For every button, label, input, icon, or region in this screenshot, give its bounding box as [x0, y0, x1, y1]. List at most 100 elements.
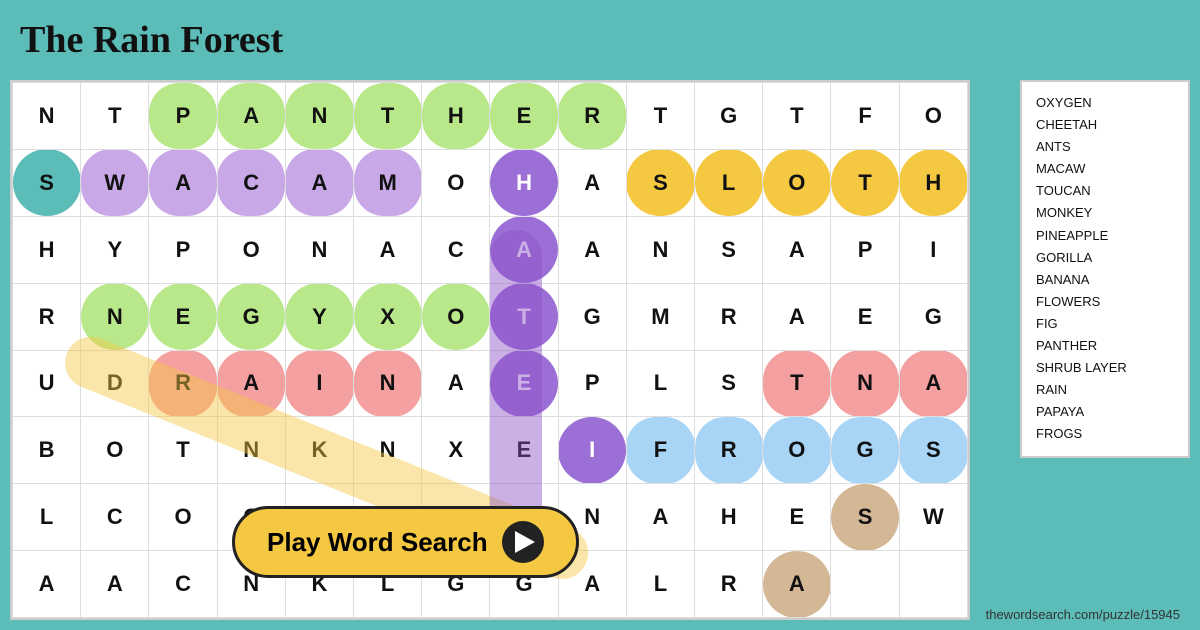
- cell-0-7: E: [490, 83, 558, 150]
- cell-5-4: K: [285, 417, 353, 484]
- cell-4-0: U: [13, 350, 81, 417]
- cell-6-11: E: [763, 484, 831, 551]
- cell-7-9: L: [626, 551, 694, 618]
- cell-3-3: G: [217, 283, 285, 350]
- cell-0-0: N: [13, 83, 81, 150]
- cell-5-1: O: [81, 417, 149, 484]
- cell-3-6: O: [422, 283, 490, 350]
- cell-6-12: S: [831, 484, 899, 551]
- attribution-text: thewordsearch.com/puzzle/15945: [986, 607, 1180, 622]
- cell-6-0: L: [13, 484, 81, 551]
- cell-2-13: I: [899, 216, 967, 283]
- cell-4-5: N: [354, 350, 422, 417]
- cell-3-1: N: [81, 283, 149, 350]
- grid-row-3: R N E G Y X O T G M R A E G: [13, 283, 968, 350]
- cell-7-12: [831, 551, 899, 618]
- play-word-search-button[interactable]: Play Word Search: [232, 506, 579, 578]
- cell-3-9: M: [626, 283, 694, 350]
- cell-1-3: C: [217, 149, 285, 216]
- cell-1-0: S: [13, 149, 81, 216]
- cell-1-5: M: [354, 149, 422, 216]
- cell-0-6: H: [422, 83, 490, 150]
- cell-1-1: W: [81, 149, 149, 216]
- cell-4-7: E: [490, 350, 558, 417]
- word-item-papaya: PAPAYA: [1036, 401, 1174, 423]
- cell-6-9: A: [626, 484, 694, 551]
- cell-0-11: T: [763, 83, 831, 150]
- cell-0-2: P: [149, 83, 217, 150]
- cell-3-11: A: [763, 283, 831, 350]
- cell-0-12: F: [831, 83, 899, 150]
- cell-3-10: R: [695, 283, 763, 350]
- page-title: The Rain Forest: [20, 18, 283, 62]
- cell-4-9: L: [626, 350, 694, 417]
- cell-5-6: X: [422, 417, 490, 484]
- cell-4-10: S: [695, 350, 763, 417]
- cell-2-0: H: [13, 216, 81, 283]
- cell-2-4: N: [285, 216, 353, 283]
- word-item-fig: FIG: [1036, 313, 1174, 335]
- cell-4-3: A: [217, 350, 285, 417]
- grid-row-5: B O T N K N X E I F R O G S: [13, 417, 968, 484]
- cell-6-10: H: [695, 484, 763, 551]
- cell-3-5: X: [354, 283, 422, 350]
- cell-5-11: O: [763, 417, 831, 484]
- word-item-macaw: MACAW: [1036, 158, 1174, 180]
- cell-4-8: P: [558, 350, 626, 417]
- cell-2-9: N: [626, 216, 694, 283]
- grid-row-4: U D R A I N A E P L S T N A: [13, 350, 968, 417]
- cell-4-2: R: [149, 350, 217, 417]
- cell-1-2: A: [149, 149, 217, 216]
- cell-2-11: A: [763, 216, 831, 283]
- word-item-toucan: TOUCAN: [1036, 180, 1174, 202]
- cell-5-3: N: [217, 417, 285, 484]
- cell-0-3: A: [217, 83, 285, 150]
- cell-7-13: [899, 551, 967, 618]
- cell-3-2: E: [149, 283, 217, 350]
- cell-1-7: H: [490, 149, 558, 216]
- word-item-pineapple: PINEAPPLE: [1036, 225, 1174, 247]
- cell-2-8: A: [558, 216, 626, 283]
- cell-5-5: N: [354, 417, 422, 484]
- word-item-frogs: FROGS: [1036, 423, 1174, 445]
- cell-2-2: P: [149, 216, 217, 283]
- cell-2-6: C: [422, 216, 490, 283]
- word-item-oxygen: OXYGEN: [1036, 92, 1174, 114]
- cell-3-8: G: [558, 283, 626, 350]
- cell-2-7: A: [490, 216, 558, 283]
- cell-1-4: A: [285, 149, 353, 216]
- cell-3-4: Y: [285, 283, 353, 350]
- cell-3-12: E: [831, 283, 899, 350]
- play-button-label: Play Word Search: [267, 527, 488, 558]
- cell-6-1: C: [81, 484, 149, 551]
- cell-4-12: N: [831, 350, 899, 417]
- play-icon: [502, 521, 544, 563]
- grid-row-2: H Y P O N A C A A N S A P I: [13, 216, 968, 283]
- cell-2-12: P: [831, 216, 899, 283]
- cell-4-1: D: [81, 350, 149, 417]
- cell-1-9: S: [626, 149, 694, 216]
- word-item-monkey: MONKEY: [1036, 202, 1174, 224]
- word-item-ants: ANTS: [1036, 136, 1174, 158]
- cell-7-2: C: [149, 551, 217, 618]
- cell-1-6: O: [422, 149, 490, 216]
- word-list-panel: OXYGEN CHEETAH ANTS MACAW TOUCAN MONKEY …: [1020, 80, 1190, 458]
- cell-3-13: G: [899, 283, 967, 350]
- cell-2-5: A: [354, 216, 422, 283]
- cell-0-13: O: [899, 83, 967, 150]
- cell-1-12: T: [831, 149, 899, 216]
- cell-5-13: S: [899, 417, 967, 484]
- grid-row-0: N T P A N T H E R T G T F O: [13, 83, 968, 150]
- cell-5-7: E: [490, 417, 558, 484]
- cell-0-8: R: [558, 83, 626, 150]
- cell-1-10: L: [695, 149, 763, 216]
- cell-7-0: A: [13, 551, 81, 618]
- word-item-shrub-layer: SHRUB LAYER: [1036, 357, 1174, 379]
- cell-1-13: H: [899, 149, 967, 216]
- cell-4-4: I: [285, 350, 353, 417]
- cell-3-7: T: [490, 283, 558, 350]
- cell-2-1: Y: [81, 216, 149, 283]
- cell-1-8: A: [558, 149, 626, 216]
- cell-4-11: T: [763, 350, 831, 417]
- cell-6-2: O: [149, 484, 217, 551]
